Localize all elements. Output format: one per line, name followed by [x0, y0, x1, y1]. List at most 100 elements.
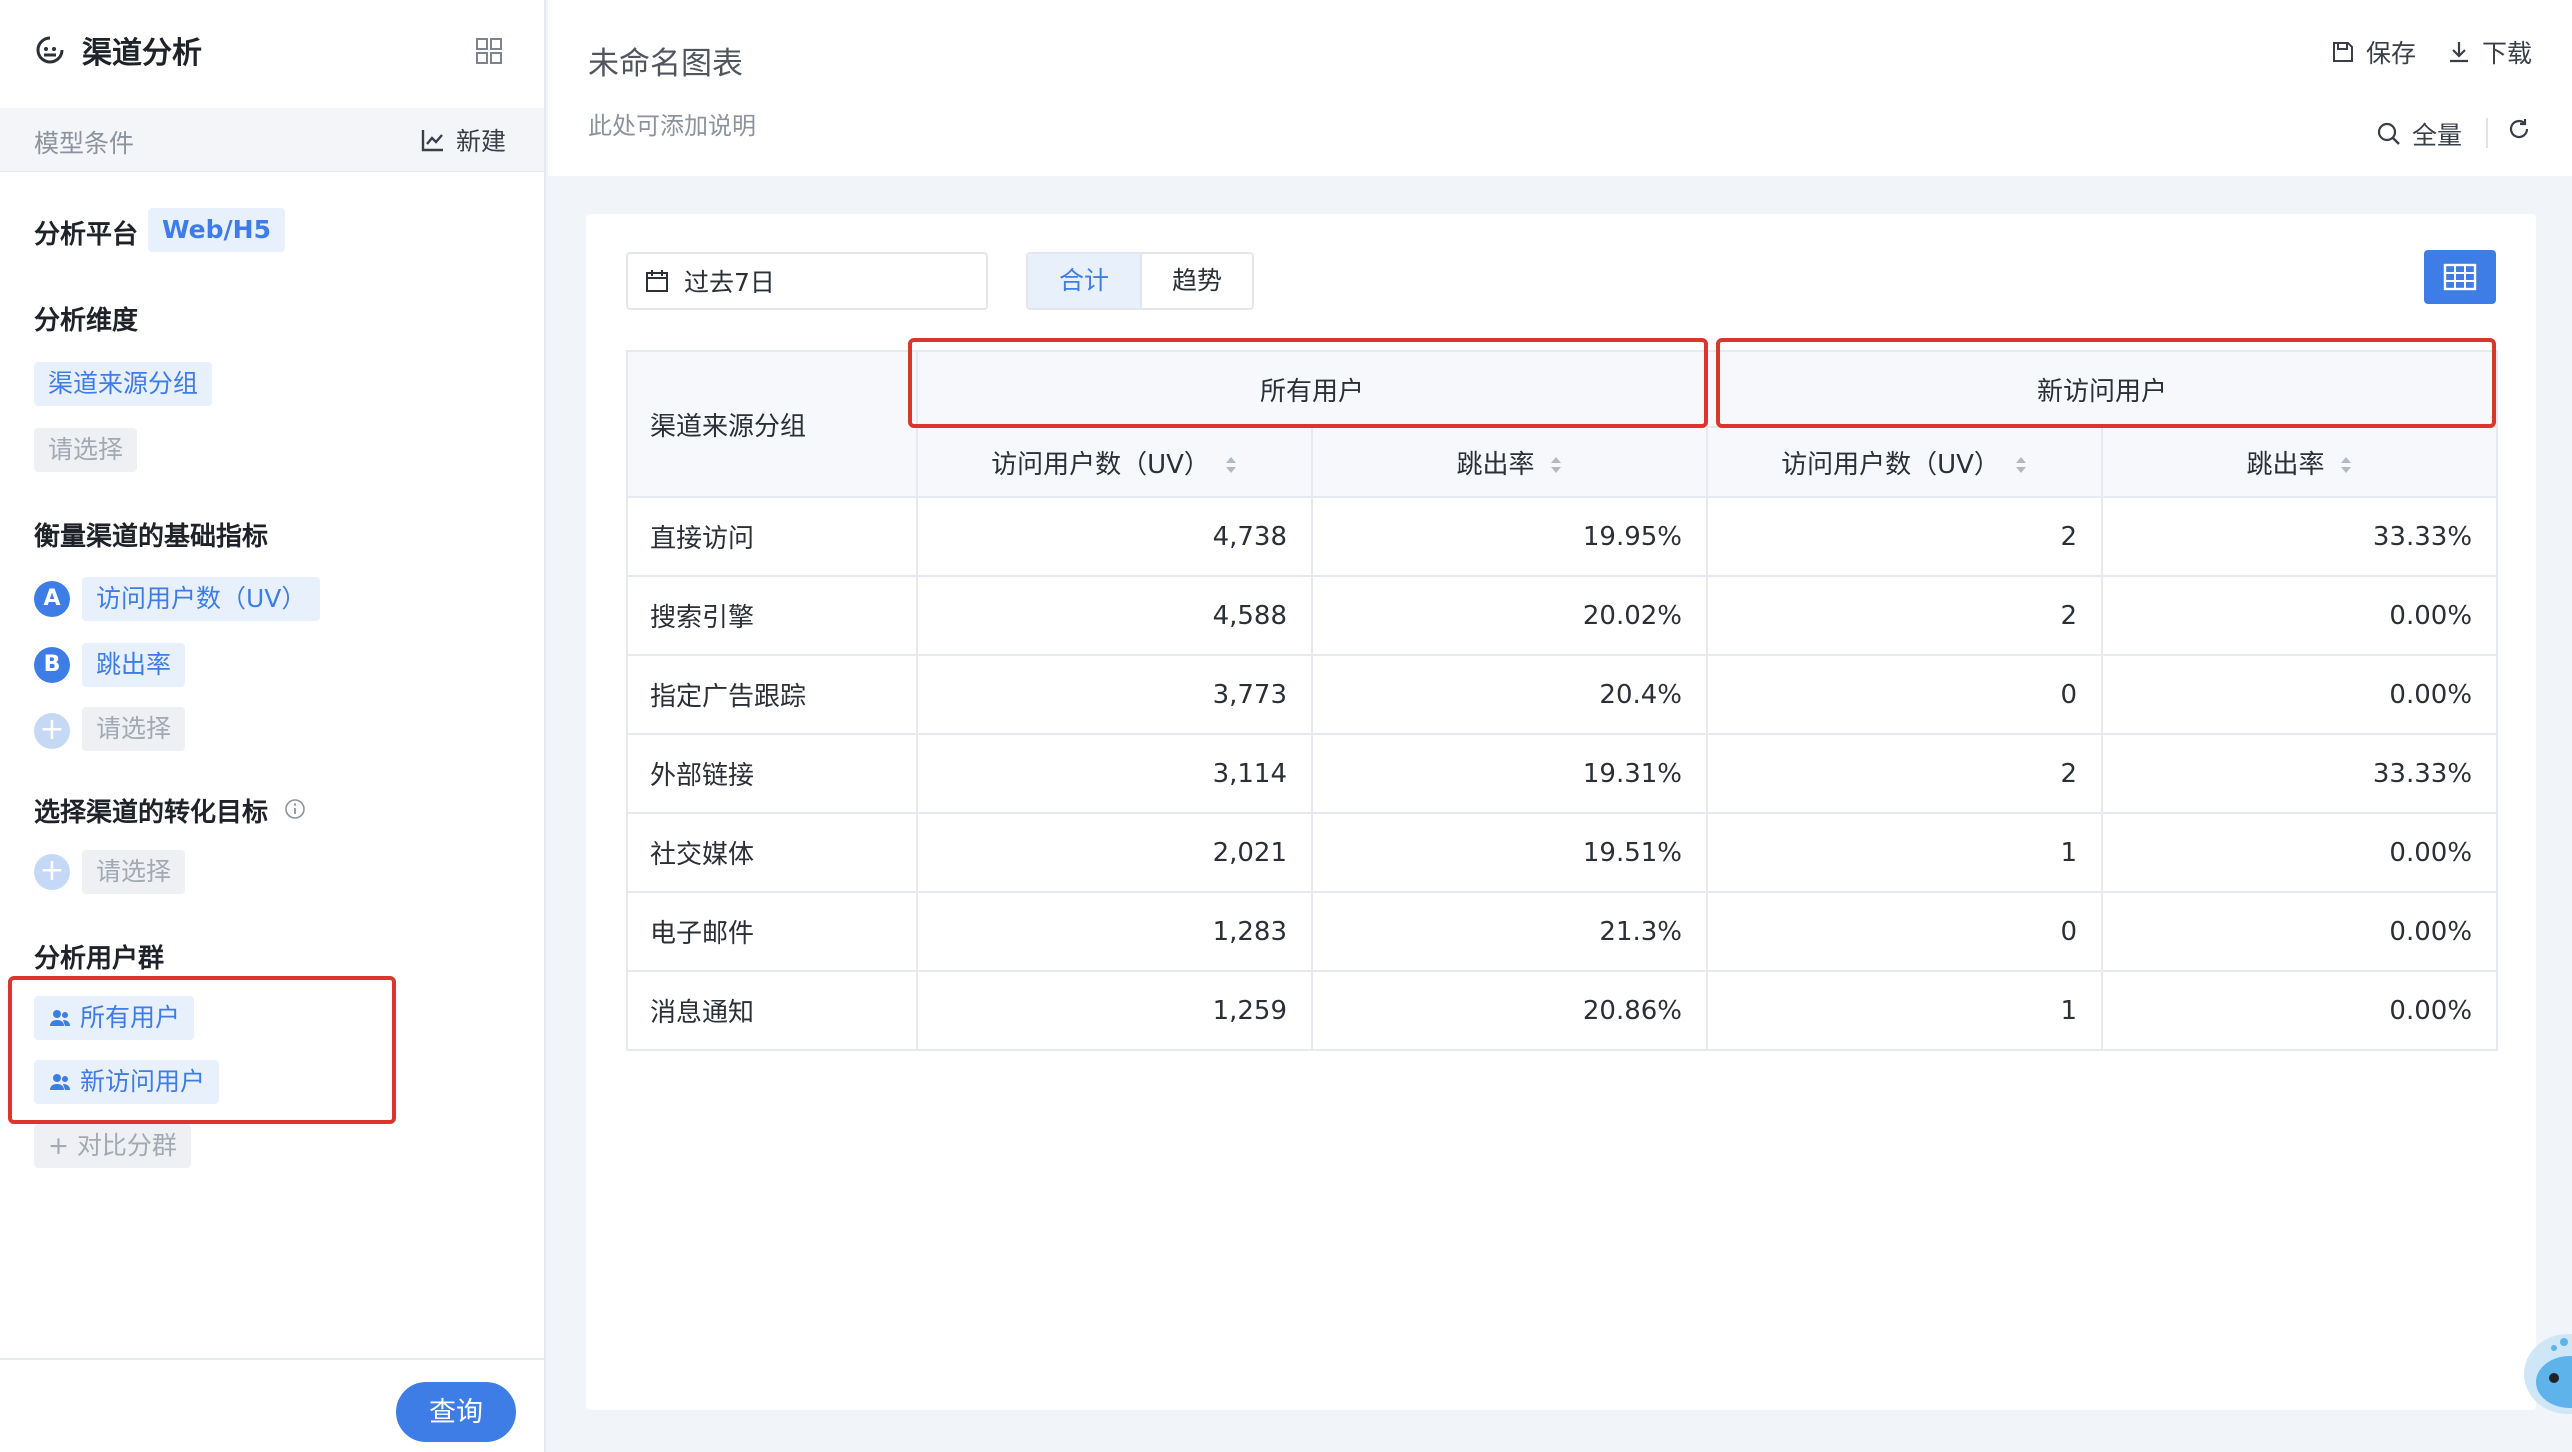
metric-badge-a: A [34, 581, 70, 617]
metrics-title: 衡量渠道的基础指标 [34, 522, 269, 552]
value-cell: 4,738 [916, 496, 1313, 577]
column-header-label: 跳出率 [2246, 449, 2325, 480]
value-cell: 1 [1706, 812, 2104, 893]
value-cell: 20.4% [1310, 654, 1709, 735]
query-button[interactable]: 查询 [396, 1382, 516, 1442]
view-switch: 合计 趋势 [1026, 252, 1254, 310]
value-cell: 2,021 [916, 812, 1313, 893]
column-header-label: 访问用户数（UV） [1781, 449, 2000, 480]
value-cell: 3,773 [916, 654, 1313, 735]
column-header-3[interactable]: 跳出率 [2101, 426, 2499, 498]
save-button[interactable]: 保存 [2330, 34, 2416, 70]
metric-tag-bounce[interactable]: 跳出率 [82, 643, 186, 687]
channel-name-cell: 社交媒体 [626, 812, 918, 893]
segments-highlight-box [8, 976, 396, 1124]
value-cell: 33.33% [2101, 733, 2499, 814]
column-header-2[interactable]: 访问用户数（UV） [1706, 426, 2104, 498]
add-goal-icon[interactable]: + [34, 854, 70, 890]
refresh-icon [2509, 119, 2529, 139]
grid-icon[interactable] [474, 36, 504, 66]
metric-badge-b: B [34, 647, 70, 683]
value-cell: 19.51% [1310, 812, 1709, 893]
app-root: 渠道分析 模型条件 新建 分析平台 Web/H5 分析维度 渠道来源分组 请选择… [0, 0, 2572, 1452]
table-row: 消息通知 1,259 20.86% 1 0.00% [626, 970, 2499, 1051]
table-view-button[interactable] [2424, 250, 2496, 304]
table-body: 直接访问 4,738 19.95% 2 33.33% 搜索引擎 4,588 20.02% 2 0.… [626, 496, 2499, 1051]
metric-tag-uv[interactable]: 访问用户数（UV） [82, 577, 321, 621]
search-icon [2377, 122, 2400, 145]
search-scope-button[interactable]: 全量 [2376, 116, 2462, 152]
new-button[interactable]: 新建 [420, 122, 506, 158]
assistant-mascot-icon[interactable] [2520, 1318, 2572, 1418]
chart-description[interactable]: 此处可添加说明 [588, 106, 756, 141]
metric-select[interactable]: 请选择 [82, 707, 186, 751]
segments-title: 分析用户群 [34, 944, 165, 974]
platform-tag[interactable]: Web/H5 [148, 208, 285, 252]
save-label: 保存 [2366, 39, 2417, 68]
column-header-label: 访问用户数（UV） [991, 449, 1210, 480]
table-row: 外部链接 3,114 19.31% 2 33.33% [626, 733, 2499, 814]
platform-title: 分析平台 [34, 220, 139, 250]
new-button-label: 新建 [455, 127, 506, 156]
info-icon[interactable] [284, 798, 306, 820]
value-cell: 4,588 [916, 575, 1313, 656]
sidebar-title: 渠道分析 [82, 36, 202, 71]
sort-icon[interactable] [1549, 454, 1563, 476]
view-total-tab[interactable]: 合计 [1028, 254, 1140, 308]
channel-analysis-icon [36, 36, 64, 64]
value-cell: 0.00% [2101, 575, 2499, 656]
value-cell: 2 [1706, 733, 2104, 814]
value-cell: 20.02% [1310, 575, 1709, 656]
data-table: 渠道来源分组 所有用户 新访问用户 访问用户数（UV） 跳出率 访问用户数（UV）跳… [626, 338, 2499, 1051]
table-row: 指定广告跟踪 3,773 20.4% 0 0.00% [626, 654, 2499, 735]
download-label: 下载 [2482, 39, 2533, 68]
value-cell: 0.00% [2101, 970, 2499, 1051]
row-header-cell: 渠道来源分组 [626, 350, 918, 498]
value-cell: 2 [1706, 575, 2104, 656]
column-header-label: 跳出率 [1456, 449, 1535, 480]
model-conditions-bar: 模型条件 新建 [0, 108, 544, 172]
refresh-button[interactable] [2506, 116, 2532, 142]
channel-name-cell: 指定广告跟踪 [626, 654, 918, 735]
channel-name-cell: 搜索引擎 [626, 575, 918, 656]
value-cell: 0.00% [2101, 812, 2499, 893]
channel-name-cell: 消息通知 [626, 970, 918, 1051]
chart-title[interactable]: 未命名图表 [588, 38, 743, 83]
dimension-title: 分析维度 [34, 306, 139, 336]
date-range-picker[interactable]: 过去7日 [626, 252, 988, 310]
view-trend-tab[interactable]: 趋势 [1140, 254, 1252, 308]
value-cell: 0.00% [2101, 891, 2499, 972]
value-cell: 0.00% [2101, 654, 2499, 735]
add-metric-icon[interactable]: + [34, 713, 70, 749]
value-cell: 19.95% [1310, 496, 1709, 577]
new-users-highlight-box [1716, 338, 2496, 428]
sort-icon[interactable] [1224, 454, 1238, 476]
goal-select[interactable]: 请选择 [82, 850, 186, 894]
compare-segment-button[interactable]: + 对比分群 [34, 1124, 191, 1168]
column-header-1[interactable]: 跳出率 [1310, 426, 1709, 498]
table-row: 社交媒体 2,021 19.51% 1 0.00% [626, 812, 2499, 893]
channel-name-cell: 电子邮件 [626, 891, 918, 972]
dimension-tag[interactable]: 渠道来源分组 [34, 362, 213, 406]
download-icon [2450, 42, 2468, 63]
dimension-select[interactable]: 请选择 [34, 428, 138, 472]
sidebar-header: 渠道分析 [0, 0, 544, 104]
channel-name-cell: 直接访问 [626, 496, 918, 577]
table-row: 电子邮件 1,283 21.3% 0 0.00% [626, 891, 2499, 972]
value-cell: 19.31% [1310, 733, 1709, 814]
value-cell: 21.3% [1310, 891, 1709, 972]
save-icon [2333, 42, 2353, 62]
sort-icon[interactable] [2014, 454, 2028, 476]
content-card: 过去7日 合计 趋势 渠道来源分组 所有用户 新访问用户 访问用户数（UV） 跳… [586, 214, 2536, 1410]
header-divider [2486, 118, 2488, 148]
table-icon [2443, 263, 2477, 291]
value-cell: 0 [1706, 891, 2104, 972]
value-cell: 1 [1706, 970, 2104, 1051]
search-scope-label: 全量 [2412, 121, 2463, 150]
calendar-icon [646, 270, 668, 292]
value-cell: 1,259 [916, 970, 1313, 1051]
download-button[interactable]: 下载 [2446, 34, 2532, 70]
value-cell: 1,283 [916, 891, 1313, 972]
column-header-0[interactable]: 访问用户数（UV） [916, 426, 1313, 498]
sort-icon[interactable] [2339, 454, 2353, 476]
